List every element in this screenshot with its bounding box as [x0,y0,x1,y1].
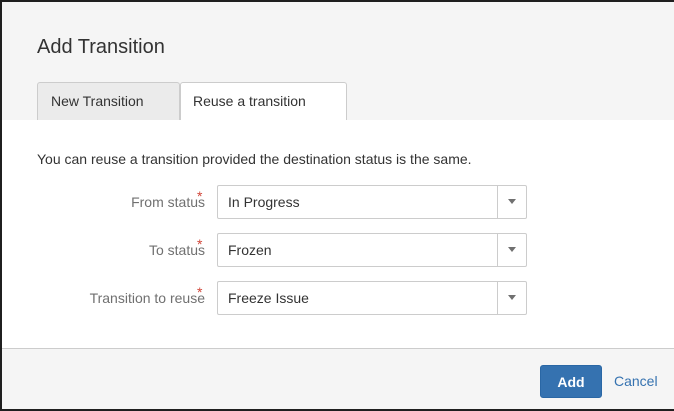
cancel-link[interactable]: Cancel [614,365,658,398]
dropdown-toggle[interactable] [497,234,526,266]
from-status-row: From status * In Progress [2,185,602,219]
dialog-footer: Add Cancel [2,348,674,409]
chevron-down-icon [508,247,516,252]
dropdown-toggle[interactable] [497,282,526,314]
chevron-down-icon [508,199,516,204]
dialog-title: Add Transition [37,36,165,58]
dialog-header: Add Transition New Transition Reuse a tr… [2,2,674,121]
transition-to-reuse-select[interactable]: Freeze Issue [217,281,527,315]
from-status-select[interactable]: In Progress [217,185,527,219]
required-marker: * [197,284,203,300]
transition-to-reuse-row: Transition to reuse * Freeze Issue [2,281,602,315]
dropdown-toggle[interactable] [497,186,526,218]
required-marker: * [197,236,203,252]
transition-to-reuse-value: Freeze Issue [228,290,309,306]
transition-to-reuse-label: Transition to reuse [89,290,205,306]
dialog-body: You can reuse a transition provided the … [2,120,674,348]
intro-text: You can reuse a transition provided the … [37,151,472,167]
to-status-row: To status * Frozen [2,233,602,267]
to-status-value: Frozen [228,242,272,258]
add-button[interactable]: Add [540,365,602,398]
from-status-label: From status [131,194,205,210]
to-status-select[interactable]: Frozen [217,233,527,267]
chevron-down-icon [508,295,516,300]
tab-new-transition[interactable]: New Transition [37,82,180,120]
tab-reuse-transition[interactable]: Reuse a transition [180,82,347,121]
required-marker: * [197,188,203,204]
add-transition-dialog: Add Transition New Transition Reuse a tr… [0,0,674,411]
from-status-value: In Progress [228,194,300,210]
